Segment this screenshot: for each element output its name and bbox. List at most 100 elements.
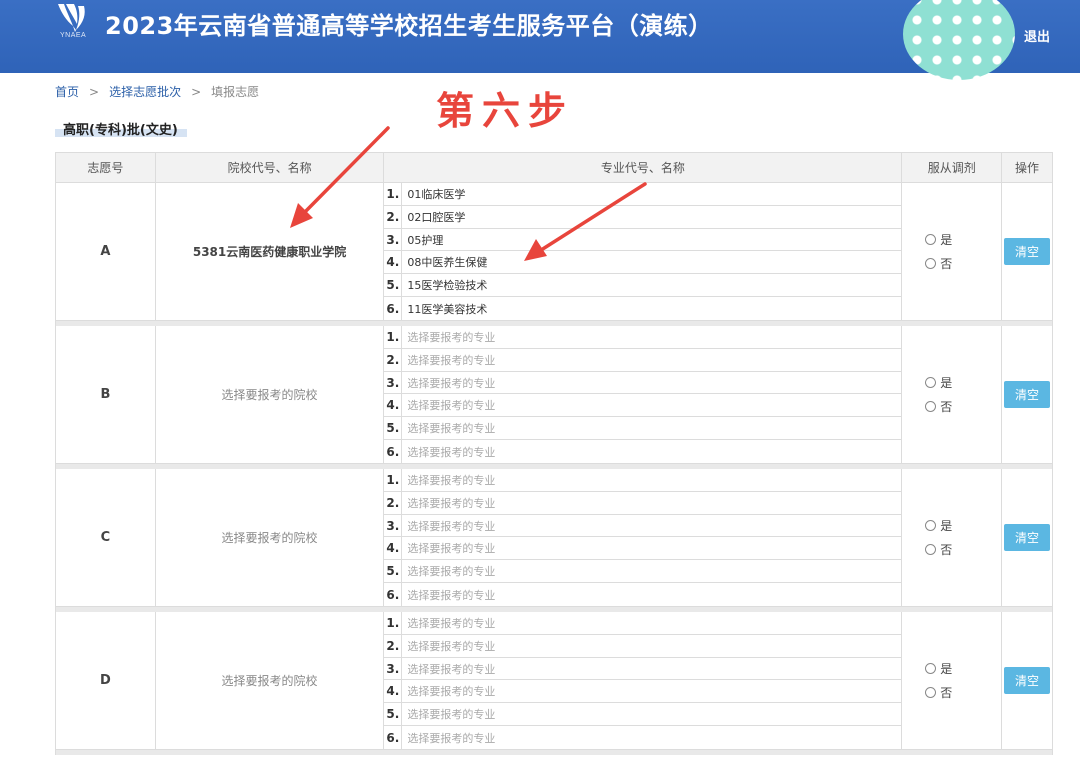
clear-button[interactable]: 清空 [1004, 238, 1051, 265]
major-row: 4. 选择要报考的专业 [384, 537, 902, 561]
top-header: YNAEA 2023年云南省普通高等学校招生考生服务平台（演练） 退出 [0, 0, 1080, 80]
major-selector[interactable]: 15医学检验技术 [402, 274, 901, 296]
major-number: 3. [384, 228, 403, 251]
major-row: 1. 选择要报考的专业 [384, 612, 902, 635]
radio-circle-icon[interactable] [925, 520, 937, 531]
major-selector[interactable]: 选择要报考的专业 [402, 658, 901, 680]
school-selector[interactable]: 选择要报考的院校 [222, 386, 318, 403]
breadcrumb-home-link[interactable]: 首页 [55, 85, 79, 99]
major-selector[interactable]: 选择要报考的专业 [402, 583, 901, 606]
major-selector[interactable]: 选择要报考的专业 [402, 703, 901, 725]
radio-yes[interactable]: 是 [925, 516, 952, 536]
obey-adjust-options: 是 否 [902, 469, 1003, 606]
radio-circle-icon[interactable] [925, 687, 937, 698]
major-row: 3. 选择要报考的专业 [384, 514, 902, 538]
radio-yes-label: 是 [940, 233, 953, 247]
major-number: 1. [384, 469, 403, 491]
major-row: 3. 选择要报考的专业 [384, 657, 902, 681]
major-number: 4. [384, 394, 403, 417]
school-selector[interactable]: 选择要报考的院校 [222, 529, 318, 546]
major-row: 3. 选择要报考的专业 [384, 371, 902, 395]
major-selector[interactable]: 选择要报考的专业 [402, 537, 901, 559]
radio-circle-icon[interactable] [925, 663, 937, 674]
table-header-row: 志愿号 院校代号、名称 专业代号、名称 服从调剂 操作 [55, 152, 1053, 183]
major-list: 1. 选择要报考的专业 2. 选择要报考的专业 3. 选择要报考的专业 4. 选择要报考… [384, 326, 903, 463]
volunteer-group-d: D 选择要报考的院校 1. 选择要报考的专业 2. 选择要报考的专业 3. 选择要报考… [55, 612, 1053, 750]
major-number: 1. [384, 183, 403, 205]
radio-no[interactable]: 否 [925, 683, 952, 703]
major-selector[interactable]: 02口腔医学 [402, 206, 901, 228]
radio-circle-icon[interactable] [925, 258, 937, 269]
obey-adjust-options: 是 否 [902, 326, 1003, 463]
major-number: 5. [384, 703, 403, 726]
major-row: 2. 02口腔医学 [384, 205, 902, 229]
major-number: 3. [384, 514, 403, 537]
major-selector[interactable]: 11医学美容技术 [402, 297, 901, 320]
clear-button[interactable]: 清空 [1004, 524, 1051, 551]
major-selector[interactable]: 选择要报考的专业 [402, 349, 901, 371]
major-row: 2. 选择要报考的专业 [384, 491, 902, 515]
major-row: 5. 选择要报考的专业 [384, 417, 902, 441]
radio-yes[interactable]: 是 [925, 230, 952, 250]
volunteer-letter: D [100, 673, 111, 688]
major-row: 4. 选择要报考的专业 [384, 394, 902, 418]
breadcrumb: 首页 > 选择志愿批次 > 填报志愿 [55, 83, 259, 100]
batch-title: 高职(专科)批(文史) [55, 119, 187, 138]
major-row: 6. 11医学美容技术 [384, 297, 901, 320]
volunteer-group-c: C 选择要报考的院校 1. 选择要报考的专业 2. 选择要报考的专业 3. 选择要报考… [55, 469, 1053, 607]
major-selector[interactable]: 选择要报考的专业 [402, 417, 901, 439]
breadcrumb-current: 填报志愿 [211, 85, 260, 99]
header-obey-adjust: 服从调剂 [902, 153, 1003, 182]
school-selector[interactable]: 选择要报考的院校 [222, 672, 318, 689]
logout-button[interactable]: 退出 [1024, 26, 1050, 45]
major-number: 4. [384, 537, 403, 560]
logo-icon [58, 4, 85, 32]
major-list: 1. 选择要报考的专业 2. 选择要报考的专业 3. 选择要报考的专业 4. 选择要报考… [384, 612, 903, 749]
major-selector[interactable]: 01临床医学 [402, 183, 901, 205]
school-selector[interactable]: 5381云南医药健康职业学院 [193, 243, 346, 260]
breadcrumb-batch-link[interactable]: 选择志愿批次 [109, 85, 181, 99]
radio-yes[interactable]: 是 [925, 659, 952, 679]
major-number: 3. [384, 657, 403, 680]
major-selector[interactable]: 05护理 [402, 229, 901, 251]
clear-button[interactable]: 清空 [1004, 381, 1051, 408]
radio-no[interactable]: 否 [925, 397, 952, 417]
major-selector[interactable]: 选择要报考的专业 [402, 372, 901, 394]
header-school: 院校代号、名称 [156, 153, 385, 182]
major-selector[interactable]: 选择要报考的专业 [402, 440, 901, 463]
radio-no[interactable]: 否 [925, 254, 952, 274]
major-list: 1. 选择要报考的专业 2. 选择要报考的专业 3. 选择要报考的专业 4. 选择要报考… [384, 469, 903, 606]
major-selector[interactable]: 选择要报考的专业 [402, 394, 901, 416]
radio-circle-icon[interactable] [925, 544, 937, 555]
radio-no-label: 否 [940, 400, 953, 414]
major-list: 1. 01临床医学 2. 02口腔医学 3. 05护理 4. 08中医养生保健 5. 15… [384, 183, 903, 320]
major-selector[interactable]: 选择要报考的专业 [402, 326, 901, 348]
major-row: 1. 01临床医学 [384, 183, 902, 206]
volunteer-letter: A [100, 244, 111, 259]
major-selector[interactable]: 选择要报考的专业 [402, 515, 901, 537]
user-avatar[interactable] [903, 0, 1015, 80]
radio-no[interactable]: 否 [925, 540, 952, 560]
major-selector[interactable]: 选择要报考的专业 [402, 680, 901, 702]
header-volunteer-number: 志愿号 [56, 153, 156, 182]
major-selector[interactable]: 选择要报考的专业 [402, 492, 901, 514]
logo-text: YNAEA [60, 32, 87, 39]
major-selector[interactable]: 选择要报考的专业 [402, 635, 901, 657]
radio-circle-icon[interactable] [925, 234, 937, 245]
clear-button[interactable]: 清空 [1004, 667, 1051, 694]
obey-adjust-options: 是 否 [902, 612, 1003, 749]
major-selector[interactable]: 选择要报考的专业 [402, 726, 901, 749]
major-number: 6. [384, 440, 403, 463]
major-selector[interactable]: 选择要报考的专业 [402, 612, 901, 634]
major-selector[interactable]: 选择要报考的专业 [402, 560, 901, 582]
major-number: 2. [384, 634, 403, 657]
major-selector[interactable]: 选择要报考的专业 [402, 469, 901, 491]
radio-circle-icon[interactable] [925, 377, 937, 388]
major-row: 2. 选择要报考的专业 [384, 634, 902, 658]
radio-circle-icon[interactable] [925, 401, 937, 412]
major-selector[interactable]: 08中医养生保健 [402, 251, 901, 273]
major-row: 1. 选择要报考的专业 [384, 469, 902, 492]
radio-yes[interactable]: 是 [925, 373, 952, 393]
major-number: 5. [384, 560, 403, 583]
major-number: 1. [384, 612, 403, 634]
